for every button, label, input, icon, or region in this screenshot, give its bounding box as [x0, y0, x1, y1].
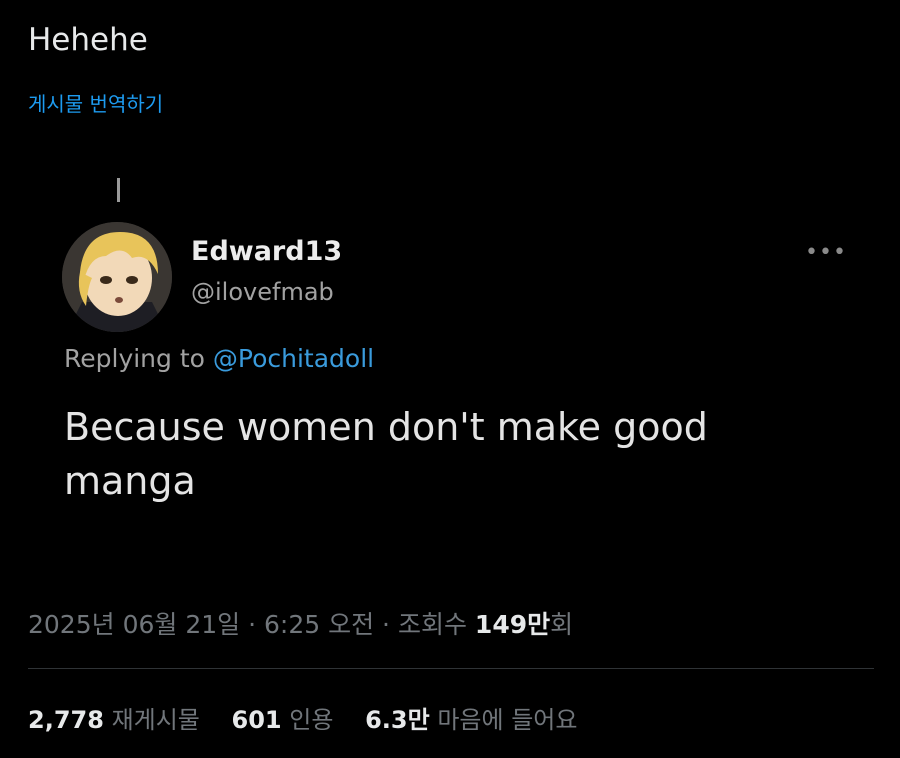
- embedded-tweet-image[interactable]: Edward13 @ilovefmab ••• Replying to @Poc…: [18, 178, 878, 578]
- mention-link: @Pochitadoll: [212, 344, 375, 373]
- post-time[interactable]: 6:25 오전: [264, 610, 374, 639]
- quotes-label: 인용: [289, 706, 334, 734]
- post-text: Hehehe: [28, 22, 148, 58]
- meta-separator-2: ·: [382, 610, 390, 639]
- quotes-count: 601: [231, 706, 282, 734]
- more-horizontal-icon[interactable]: •••: [805, 240, 847, 265]
- user-handle: @ilovefmab: [191, 278, 334, 306]
- post-date[interactable]: 2025년 06월 21일: [28, 610, 240, 639]
- translate-post-link[interactable]: 게시물 번역하기: [28, 88, 163, 117]
- embedded-tweet-text: Because women don't make good manga: [64, 405, 708, 503]
- likes-label: 마음에 들어요: [437, 706, 578, 734]
- avatar: [62, 222, 172, 332]
- post-meta: 2025년 06월 21일 · 6:25 오전 · 조회수 149만회: [28, 605, 573, 641]
- meta-separator: ·: [248, 610, 257, 639]
- divider: [28, 668, 874, 669]
- likes-count: 6.3만: [365, 706, 430, 734]
- replying-prefix: Replying to: [64, 344, 213, 373]
- views-label: 조회수: [397, 610, 467, 639]
- avatar-illustration: [62, 222, 172, 332]
- reposts-label: 재게시물: [111, 706, 200, 734]
- thread-line: [117, 178, 120, 202]
- reposts-count: 2,778: [28, 706, 104, 734]
- reposts-stat[interactable]: 2,778 재게시물: [28, 700, 200, 735]
- views-count[interactable]: 149만: [475, 610, 550, 639]
- views-suffix: 회: [550, 610, 574, 639]
- quotes-stat[interactable]: 601 인용: [232, 700, 334, 735]
- likes-stat[interactable]: 6.3만 마음에 들어요: [365, 700, 577, 735]
- engagement-stats: 2,778 재게시물 601 인용 6.3만 마음에 들어요: [28, 700, 601, 735]
- display-name: Edward13: [191, 236, 343, 267]
- replying-to-line: Replying to @Pochitadoll: [64, 344, 374, 373]
